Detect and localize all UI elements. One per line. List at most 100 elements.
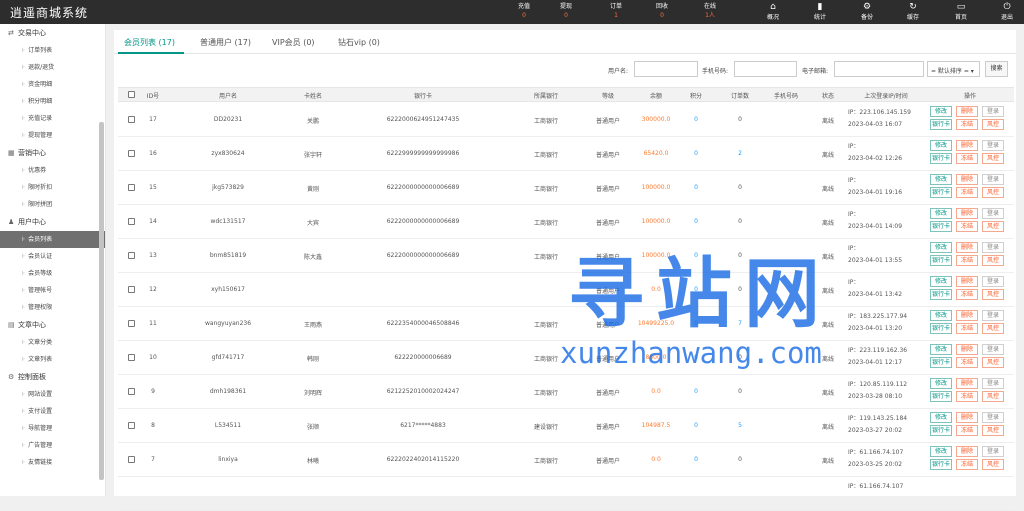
tool-1[interactable]: ▮ 统计 xyxy=(803,1,837,23)
freeze-button[interactable]: 冻结 xyxy=(956,323,978,334)
freeze-button[interactable]: 冻结 xyxy=(956,187,978,198)
login-button[interactable]: 登录 xyxy=(982,276,1004,287)
sidebar-section[interactable]: ⇄ 交易中心 xyxy=(0,24,105,42)
freeze-button[interactable]: 冻结 xyxy=(956,221,978,232)
stat-4[interactable]: 在线 1人 xyxy=(692,2,728,20)
risk-button[interactable]: 风控 xyxy=(982,221,1004,232)
edit-button[interactable]: 修改 xyxy=(930,174,952,185)
sidebar-item[interactable]: ⊦ 网站设置 xyxy=(0,386,105,403)
risk-button[interactable]: 风控 xyxy=(982,391,1004,402)
bank-button[interactable]: 银行卡 xyxy=(930,119,952,130)
delete-button[interactable]: 删除 xyxy=(956,106,978,117)
sort-select[interactable]: = 默认排序 = ▾ xyxy=(927,61,980,77)
delete-button[interactable]: 删除 xyxy=(956,378,978,389)
tool-4[interactable]: ▭ 首页 xyxy=(944,1,978,23)
risk-button[interactable]: 风控 xyxy=(982,425,1004,436)
bank-button[interactable]: 银行卡 xyxy=(930,153,952,164)
tab-member-list[interactable]: 会员列表 (17) xyxy=(124,37,175,48)
sidebar-section[interactable]: ⚙ 控制面板 xyxy=(0,368,105,386)
sidebar-item[interactable]: ⊦ 管理权限 xyxy=(0,299,105,316)
stat-1[interactable]: 提现 0 xyxy=(548,2,584,20)
login-button[interactable]: 登录 xyxy=(982,446,1004,457)
freeze-button[interactable]: 冻结 xyxy=(956,153,978,164)
freeze-button[interactable]: 冻结 xyxy=(956,119,978,130)
bank-button[interactable]: 银行卡 xyxy=(930,391,952,402)
edit-button[interactable]: 修改 xyxy=(930,344,952,355)
tab-normal-users[interactable]: 普通用户 (17) xyxy=(200,37,251,48)
phone-input[interactable] xyxy=(734,61,797,77)
delete-button[interactable]: 删除 xyxy=(956,412,978,423)
sidebar-item[interactable]: ⊦ 限时折扣 xyxy=(0,179,105,196)
stat-2[interactable]: 订单 1 xyxy=(598,2,634,20)
login-button[interactable]: 登录 xyxy=(982,140,1004,151)
sidebar-item[interactable]: ⊦ 优惠券 xyxy=(0,162,105,179)
login-button[interactable]: 登录 xyxy=(982,208,1004,219)
freeze-button[interactable]: 冻结 xyxy=(956,425,978,436)
sidebar-item[interactable]: ⊦ 广告管理 xyxy=(0,437,105,454)
stat-3[interactable]: 回收 0 xyxy=(644,2,680,20)
freeze-button[interactable]: 冻结 xyxy=(956,357,978,368)
sidebar-item[interactable]: ⊦ 积分明细 xyxy=(0,93,105,110)
delete-button[interactable]: 删除 xyxy=(956,446,978,457)
bank-button[interactable]: 银行卡 xyxy=(930,357,952,368)
freeze-button[interactable]: 冻结 xyxy=(956,289,978,300)
tab-diamond-vip[interactable]: 钻石vip (0) xyxy=(338,37,380,48)
sidebar-scrollbar[interactable] xyxy=(99,122,104,480)
sidebar-item[interactable]: ⊦ 支付设置 xyxy=(0,403,105,420)
edit-button[interactable]: 修改 xyxy=(930,106,952,117)
sidebar-section[interactable]: ♟ 用户中心 xyxy=(0,213,105,231)
tool-5[interactable]: ⏻ 退出 xyxy=(990,1,1024,23)
search-button[interactable]: 搜索 xyxy=(985,61,1008,77)
bank-button[interactable]: 银行卡 xyxy=(930,323,952,334)
edit-button[interactable]: 修改 xyxy=(930,310,952,321)
sidebar-item[interactable]: ⊦ 会员列表 xyxy=(0,231,105,248)
risk-button[interactable]: 风控 xyxy=(982,357,1004,368)
login-button[interactable]: 登录 xyxy=(982,412,1004,423)
sidebar-item[interactable]: ⊦ 资金明细 xyxy=(0,76,105,93)
sidebar-item[interactable]: ⊦ 管理帐号 xyxy=(0,282,105,299)
tool-2[interactable]: ⚙ 备份 xyxy=(850,1,884,23)
delete-button[interactable]: 删除 xyxy=(956,276,978,287)
freeze-button[interactable]: 冻结 xyxy=(956,459,978,470)
delete-button[interactable]: 删除 xyxy=(956,242,978,253)
bank-button[interactable]: 银行卡 xyxy=(930,459,952,470)
risk-button[interactable]: 风控 xyxy=(982,153,1004,164)
edit-button[interactable]: 修改 xyxy=(930,446,952,457)
sidebar-item[interactable]: ⊦ 友情链接 xyxy=(0,454,105,471)
sidebar-section[interactable]: ▦ 营销中心 xyxy=(0,144,105,162)
risk-button[interactable]: 风控 xyxy=(982,187,1004,198)
risk-button[interactable]: 风控 xyxy=(982,459,1004,470)
username-input[interactable] xyxy=(634,61,698,77)
sidebar-item[interactable]: ⊦ 充值记录 xyxy=(0,110,105,127)
freeze-button[interactable]: 冻结 xyxy=(956,391,978,402)
edit-button[interactable]: 修改 xyxy=(930,276,952,287)
tool-3[interactable]: ↻ 缓存 xyxy=(896,1,930,23)
delete-button[interactable]: 删除 xyxy=(956,174,978,185)
edit-button[interactable]: 修改 xyxy=(930,140,952,151)
sidebar-item[interactable]: ⊦ 导航管理 xyxy=(0,420,105,437)
edit-button[interactable]: 修改 xyxy=(930,412,952,423)
edit-button[interactable]: 修改 xyxy=(930,378,952,389)
login-button[interactable]: 登录 xyxy=(982,242,1004,253)
delete-button[interactable]: 删除 xyxy=(956,140,978,151)
risk-button[interactable]: 风控 xyxy=(982,323,1004,334)
bank-button[interactable]: 银行卡 xyxy=(930,221,952,232)
sidebar-item[interactable]: ⊦ 订单列表 xyxy=(0,42,105,59)
login-button[interactable]: 登录 xyxy=(982,310,1004,321)
bank-button[interactable]: 银行卡 xyxy=(930,289,952,300)
bank-button[interactable]: 银行卡 xyxy=(930,187,952,198)
risk-button[interactable]: 风控 xyxy=(982,119,1004,130)
bank-button[interactable]: 银行卡 xyxy=(930,255,952,266)
tool-0[interactable]: ⌂ 概况 xyxy=(756,1,790,23)
login-button[interactable]: 登录 xyxy=(982,106,1004,117)
delete-button[interactable]: 删除 xyxy=(956,208,978,219)
sidebar-item[interactable]: ⊦ 会员等级 xyxy=(0,265,105,282)
sidebar-item[interactable]: ⊦ 文章列表 xyxy=(0,351,105,368)
bank-button[interactable]: 银行卡 xyxy=(930,425,952,436)
login-button[interactable]: 登录 xyxy=(982,174,1004,185)
risk-button[interactable]: 风控 xyxy=(982,255,1004,266)
edit-button[interactable]: 修改 xyxy=(930,208,952,219)
sidebar-item[interactable]: ⊦ 文章分类 xyxy=(0,334,105,351)
freeze-button[interactable]: 冻结 xyxy=(956,255,978,266)
tab-vip[interactable]: VIP会员 (0) xyxy=(272,37,315,48)
